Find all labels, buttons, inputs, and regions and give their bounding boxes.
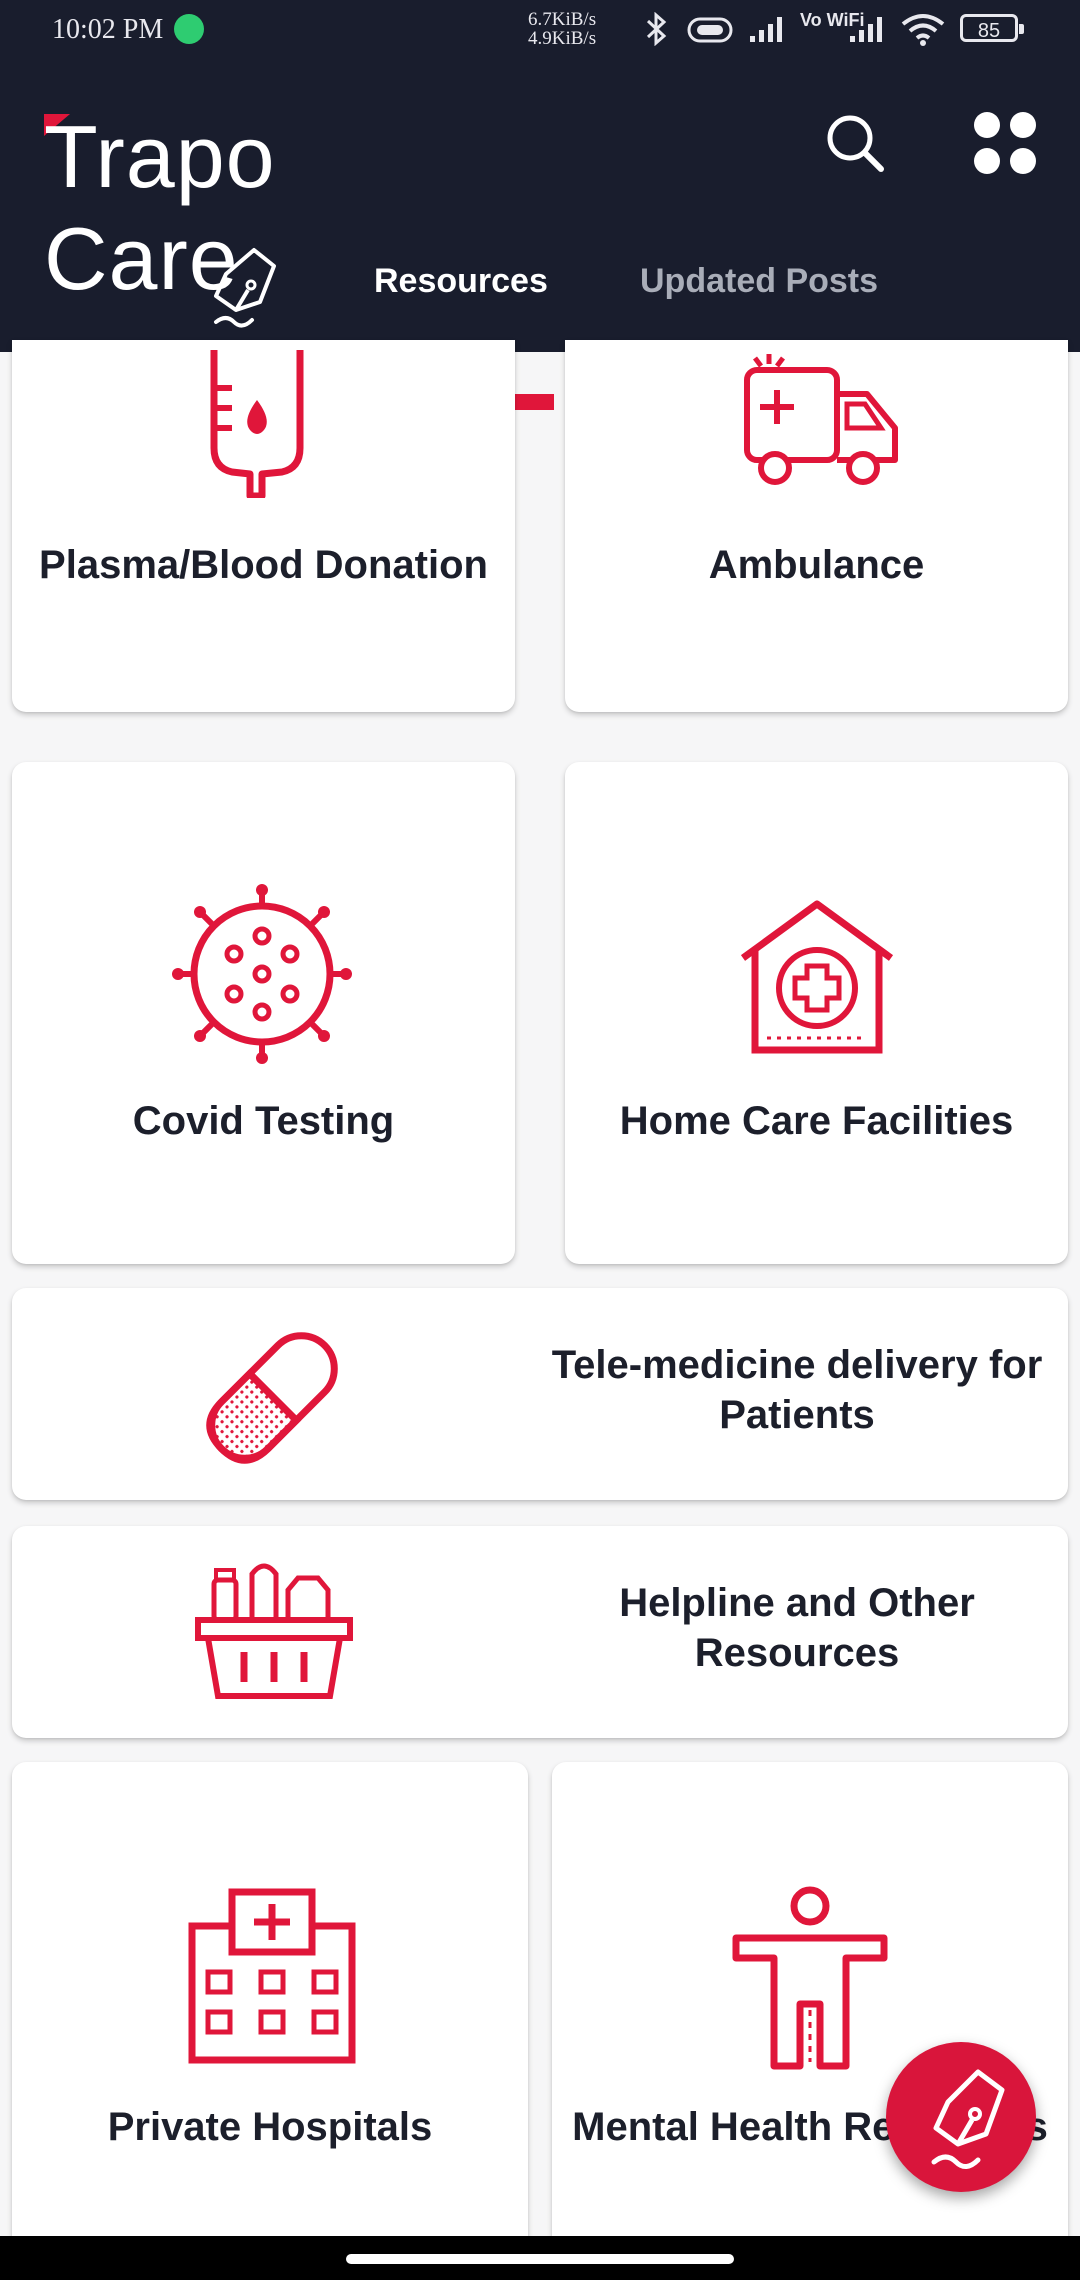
signal-icon-2: [848, 14, 888, 51]
resource-card-ambulance[interactable]: Ambulance: [565, 340, 1068, 712]
compose-fab[interactable]: [886, 2042, 1036, 2192]
home-gesture-pill[interactable]: [346, 2254, 734, 2264]
virus-icon: [172, 884, 352, 1064]
search-button[interactable]: [810, 98, 900, 188]
tab-compose[interactable]: [196, 240, 292, 340]
system-nav-bar: [0, 2236, 1080, 2280]
search-icon: [827, 115, 884, 172]
resource-label: Helpline and Other Resources: [619, 1581, 975, 1675]
hospital-icon: [184, 1886, 360, 2066]
bluetooth-icon: [644, 11, 670, 53]
battery-indicator: 85: [960, 14, 1024, 42]
resource-label: Home Care Facilities: [619, 1099, 1014, 1143]
resource-card-covid-testing[interactable]: Covid Testing: [12, 762, 515, 1264]
app-logo[interactable]: Trapo Care: [44, 88, 464, 308]
signal-icon: [748, 14, 788, 51]
resource-card-home-care[interactable]: Home Care Facilities: [565, 762, 1068, 1264]
resource-card-helpline[interactable]: Helpline and Other Resources: [12, 1526, 1068, 1738]
pen-nib-icon: [931, 2069, 1005, 2169]
speed-up: 6.7KiB/s: [528, 9, 597, 30]
resource-label: Ambulance: [708, 543, 925, 587]
home-care-icon: [737, 898, 897, 1058]
wifi-icon: [900, 12, 946, 53]
person-icon: [730, 1886, 890, 2076]
whatsapp-icon: [174, 14, 204, 44]
status-time: 10:02 PM: [52, 14, 164, 45]
tab-updated-posts[interactable]: Updated Posts: [640, 262, 878, 301]
speed-down: 4.9KiB/s: [528, 28, 597, 49]
resource-card-telemedicine[interactable]: Tele-medicine delivery for Patients: [12, 1288, 1068, 1500]
resource-card-blood-donation[interactable]: Plasma/Blood Donation: [12, 340, 515, 712]
resource-label: Tele-medicine delivery for Patients: [551, 1343, 1043, 1437]
app-header: Trapo Care Resources Updated Posts: [0, 60, 1080, 410]
resource-label: Private Hospitals: [107, 2105, 433, 2149]
menu-grid-button[interactable]: [960, 98, 1050, 188]
pen-nib-icon: [214, 248, 276, 328]
tab-resources[interactable]: Resources: [374, 262, 548, 301]
pill-icon: [188, 1312, 358, 1482]
status-bar: 10:02 PM 6.7KiB/s 4.9KiB/s Vo WiFi 85: [0, 0, 1080, 60]
tab-bar: Resources Updated Posts: [0, 240, 1080, 410]
resource-card-private-hospitals[interactable]: Private Hospitals: [12, 1762, 528, 2262]
grocery-basket-icon: [194, 1556, 354, 1706]
ambulance-icon: [735, 354, 905, 494]
resource-label: Covid Testing: [132, 1099, 395, 1143]
grid-icon: [974, 112, 1036, 174]
network-speed: 6.7KiB/s 4.9KiB/s: [528, 10, 596, 48]
vibrate-icon: [686, 16, 734, 51]
blood-bag-icon: [202, 348, 332, 498]
resource-label: Plasma/Blood Donation: [39, 543, 488, 587]
